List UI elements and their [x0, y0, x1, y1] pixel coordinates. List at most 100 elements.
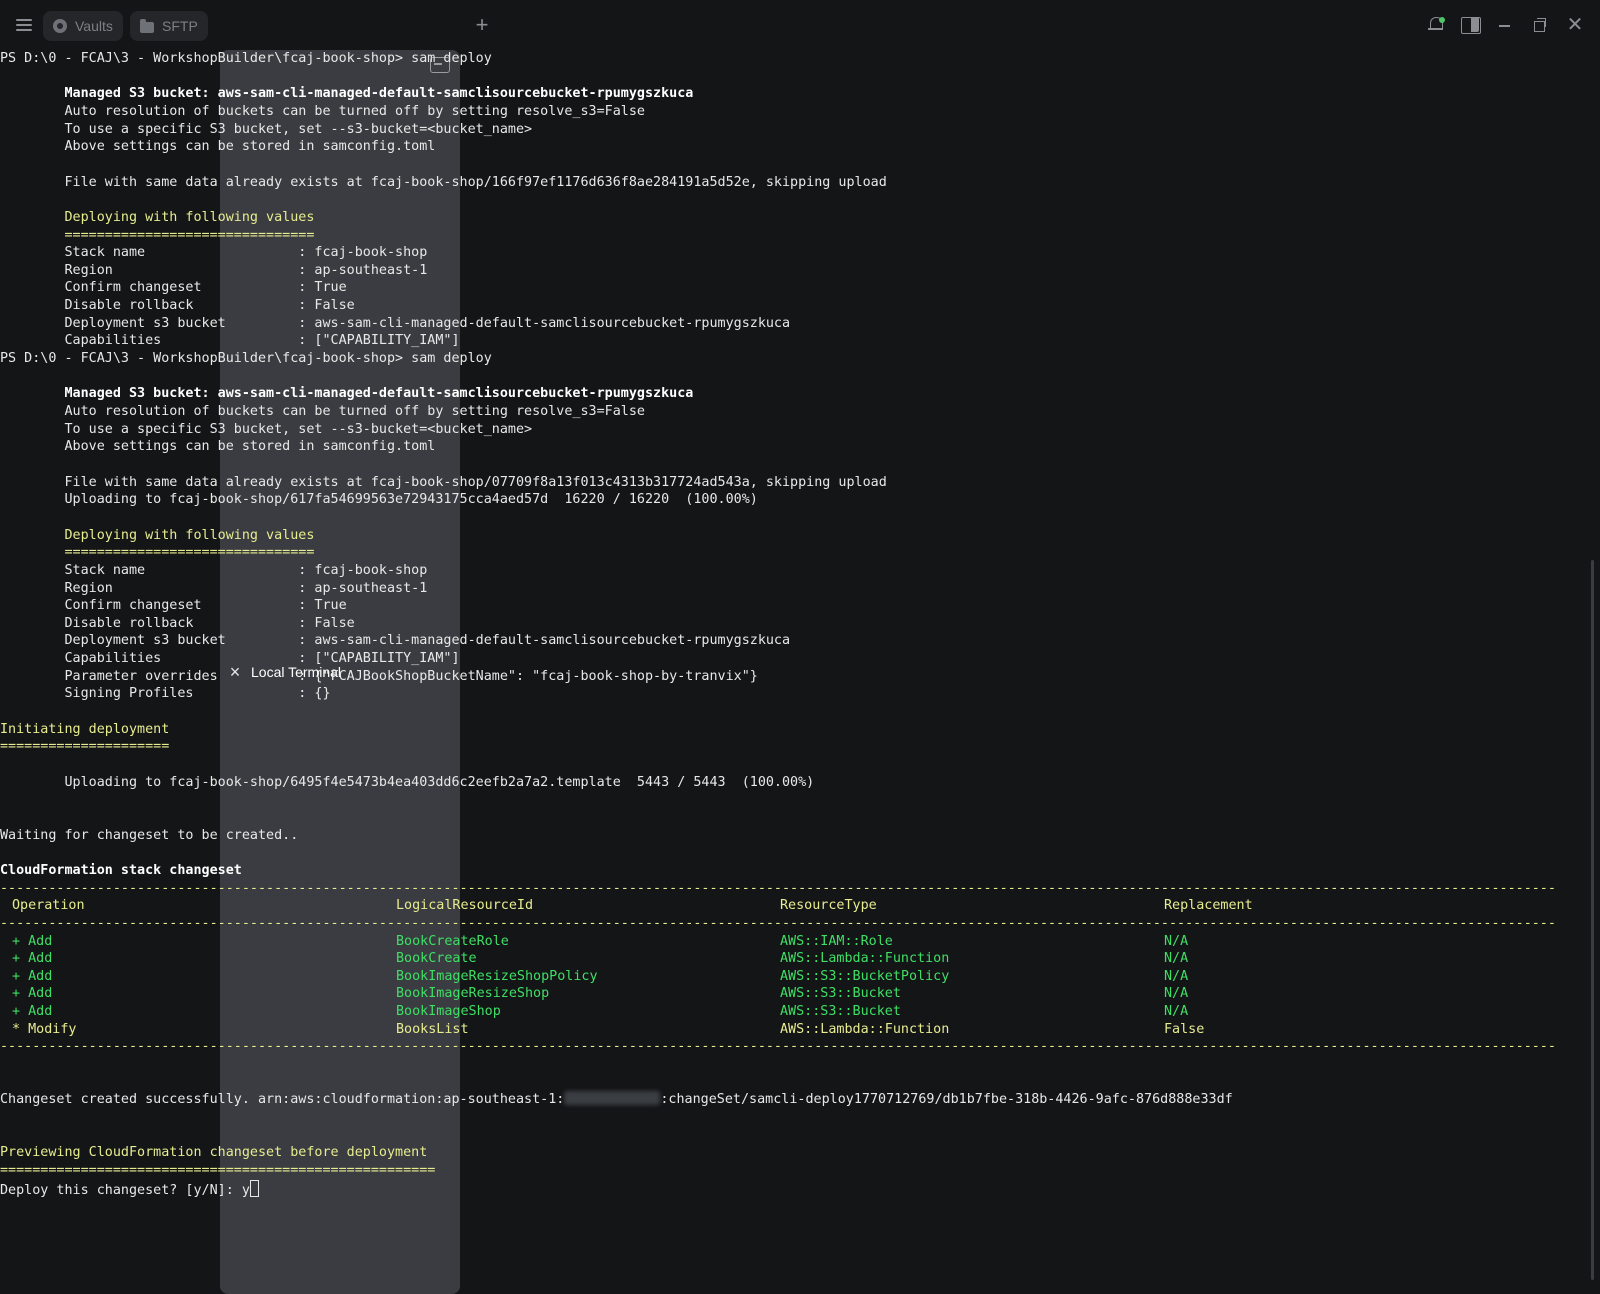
table-row: + Add BookImageResizeShop AWS::S3::Bucket N…	[0, 985, 1586, 1003]
column-header: Replacement	[1164, 898, 1253, 914]
table-cell: + Add	[12, 968, 53, 984]
table-cell: BookImageShop	[396, 1004, 501, 1020]
prompt-input[interactable]: y	[242, 1183, 250, 1198]
terminal-line: Uploading to fcaj-book-shop/617fa5469956…	[0, 492, 758, 508]
terminal-line: Auto resolution of buckets can be turned…	[0, 103, 645, 119]
terminal-line: Parameter overrides : {"FCAJBookShopBuck…	[0, 668, 758, 684]
redacted-account-id	[564, 1091, 661, 1106]
terminal-line: Capabilities : ["CAPABILITY_IAM"]	[0, 333, 460, 349]
vault-icon	[53, 19, 67, 33]
table-cell: False	[1164, 1021, 1205, 1037]
terminal-line: File with same data already exists at fc…	[0, 174, 887, 190]
table-cell: BookImageResizeShop	[396, 986, 550, 1002]
terminal-line: Deploying with following values	[0, 209, 315, 225]
terminal-line: Deployment s3 bucket : aws-sam-cli-manag…	[0, 633, 791, 649]
table-row: + Add BookCreateRole AWS::IAM::Role N/A	[0, 933, 1586, 951]
terminal-line: File with same data already exists at fc…	[0, 474, 887, 490]
notification-dot	[1439, 17, 1445, 23]
table-cell: N/A	[1164, 951, 1189, 967]
success-prefix: Changeset created successfully. arn:aws:…	[0, 1092, 565, 1108]
panel-icon[interactable]	[1458, 14, 1482, 36]
title-bar: Vaults SFTP × Local Terminal + ✕	[0, 0, 1600, 1294]
tab-vaults-label: Vaults	[75, 18, 113, 34]
terminal-line: Disable rollback : False	[0, 615, 355, 631]
terminal-line: To use a specific S3 bucket, set --s3-bu…	[0, 121, 533, 137]
table-cell: AWS::S3::BucketPolicy	[780, 968, 950, 984]
deploy-prompt: Deploy this changeset? [y/N]: y	[0, 1179, 1586, 1198]
terminal-line: PS D:\0 - FCAJ\3 - WorkshopBuilder\fcaj-…	[0, 351, 492, 367]
table-cell: N/A	[1164, 986, 1189, 1002]
preview-title: Previewing CloudFormation changeset befo…	[0, 1145, 428, 1161]
restore-icon[interactable]	[1528, 14, 1552, 36]
table-row: + Add BookImageResizeShopPolicy AWS::S3::B…	[0, 968, 1586, 986]
plus-icon[interactable]: +	[470, 11, 494, 39]
terminal-line: Above settings can be stored in samconfi…	[0, 439, 436, 455]
table-cell: N/A	[1164, 968, 1189, 984]
terminal-line: =====================	[0, 739, 170, 755]
text-cursor	[249, 1179, 259, 1197]
table-cell: + Add	[12, 933, 53, 949]
terminal-line: Uploading to fcaj-book-shop/6495f4e5473b…	[0, 774, 815, 790]
table-cell: AWS::IAM::Role	[780, 933, 893, 949]
terminal-line: Signing Profiles : {}	[0, 686, 331, 702]
preview-rule: ========================================…	[0, 1162, 436, 1178]
table-rule: ----------------------------------------…	[0, 880, 1556, 896]
table-cell: BooksList	[396, 1021, 469, 1037]
column-header: LogicalResourceId	[396, 898, 534, 914]
terminal-line: To use a specific S3 bucket, set --s3-bu…	[0, 421, 533, 437]
terminal-line: ===============================	[0, 545, 315, 561]
table-cell: BookImageResizeShopPolicy	[396, 968, 598, 984]
table-cell: AWS::S3::Bucket	[780, 986, 901, 1002]
terminal-line: Above settings can be stored in samconfi…	[0, 139, 436, 155]
terminal-line: Initiating deployment	[0, 721, 170, 737]
table-cell: N/A	[1164, 1004, 1189, 1020]
table-row: * Modify BooksList AWS::Lambda::Function Fa…	[0, 1021, 1586, 1039]
table-cell: + Add	[12, 951, 53, 967]
tab-sftp-label: SFTP	[162, 18, 198, 34]
menu-icon[interactable]	[12, 15, 36, 37]
column-header: Operation	[12, 898, 85, 914]
column-header: ResourceType	[780, 898, 877, 914]
bell-icon[interactable]	[1424, 14, 1448, 36]
terminal-output[interactable]: PS D:\0 - FCAJ\3 - WorkshopBuilder\fcaj-…	[0, 50, 1586, 1294]
table-header: Operation LogicalResourceId ResourceType Re…	[0, 897, 1586, 915]
terminal-line: Auto resolution of buckets can be turned…	[0, 404, 645, 419]
terminal-line: Deploying with following values	[0, 527, 315, 543]
success-suffix: :changeSet/samcli-deploy1770712769/db1b7…	[660, 1092, 1233, 1108]
terminal-line: Confirm changeset : True	[0, 280, 347, 296]
terminal-line: PS D:\0 - FCAJ\3 - WorkshopBuilder\fcaj-…	[0, 51, 492, 66]
folder-icon	[140, 18, 154, 33]
terminal-line: CloudFormation stack changeset	[0, 862, 242, 878]
scrollbar[interactable]	[1587, 50, 1600, 1294]
terminal-line: Capabilities : ["CAPABILITY_IAM"]	[0, 651, 460, 667]
table-cell: AWS::Lambda::Function	[780, 951, 950, 967]
prompt-text: Deploy this changeset? [y/N]:	[0, 1182, 242, 1198]
close-window-icon[interactable]: ✕	[1563, 14, 1587, 36]
table-cell: N/A	[1164, 933, 1189, 949]
table-rule: ----------------------------------------…	[0, 915, 1556, 931]
minimize-icon[interactable]	[1493, 14, 1517, 36]
table-cell: + Add	[12, 1004, 53, 1020]
terminal-line: Stack name : fcaj-book-shop	[0, 245, 428, 261]
terminal-line: Region : ap-southeast-1	[0, 262, 428, 278]
tab-sftp[interactable]: SFTP	[130, 11, 208, 41]
table-cell: + Add	[12, 986, 53, 1002]
table-cell: BookCreateRole	[396, 933, 509, 949]
table-row: + Add BookImageShop AWS::S3::Bucket N/A	[0, 1003, 1586, 1021]
tab-vaults[interactable]: Vaults	[43, 11, 123, 41]
scroll-thumb[interactable]	[1591, 560, 1594, 1280]
success-message: Changeset created successfully. arn:aws:…	[0, 1091, 1586, 1109]
